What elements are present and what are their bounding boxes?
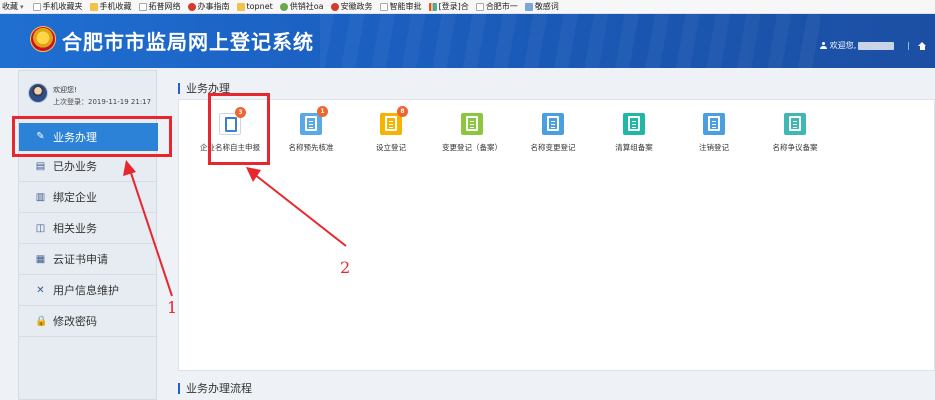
doc-clock-icon [703, 113, 725, 135]
doc-glyph [385, 116, 397, 131]
bookmark-11[interactable]: 敬感词 [524, 1, 559, 12]
avatar [28, 83, 48, 103]
doc-glyph [708, 116, 720, 131]
national-emblem-icon [30, 26, 56, 52]
page-icon [138, 2, 147, 11]
search-doc-icon: ◫ [35, 223, 46, 234]
bookmark-7[interactable]: 安徽政务 [330, 1, 373, 12]
refresh-doc-icon [461, 113, 483, 135]
lock-icon: 🔒 [35, 316, 48, 327]
edit-doc-icon: 1 [300, 106, 328, 135]
certificate-icon: ▦ [35, 254, 46, 265]
site-title: 合肥市市监局网上登记系统 [62, 30, 314, 54]
doc-disk-icon [784, 113, 806, 135]
bookmark-3[interactable]: 拓普网络 [138, 1, 181, 12]
tools-icon: ✕ [36, 285, 45, 296]
username-masked [858, 41, 895, 50]
sidebar-item-label: 云证书申请 [53, 253, 108, 266]
bookmark-2[interactable]: 手机收藏 [89, 1, 132, 12]
doc-glyph [305, 116, 317, 131]
sidebar-item-label: 相关业务 [53, 222, 97, 235]
user-area: 欢迎您, | [819, 40, 927, 51]
doc-glyph [789, 116, 801, 131]
sidebar-item-cloud-cert[interactable]: ▦ 云证书申请 [19, 244, 158, 275]
user-icon [819, 42, 827, 49]
bookmark-8[interactable]: 智能审批 [379, 1, 422, 12]
service-liquidation[interactable]: 清算组备案 [599, 113, 669, 153]
sidebar-item-label: 绑定企业 [53, 191, 97, 204]
bookmarks-bar: 收藏 ▾ 手机收藏夹 手机收藏 拓普网络 办事指南 topnet 供销社oa 安徽… [0, 0, 935, 14]
folder-icon [89, 2, 98, 11]
header-separator: | [907, 41, 910, 50]
page-icon [32, 2, 41, 11]
service-label: 名称预先核准 [288, 143, 334, 152]
section-title-process: 业务办理流程 [178, 383, 252, 394]
greeting-text: 欢迎您, [829, 41, 857, 50]
annotation-label-2: 2 [340, 258, 351, 277]
doc-glyph [547, 116, 559, 131]
grid-icon [428, 2, 437, 11]
bookmark-0[interactable]: 收藏 ▾ [2, 1, 26, 12]
service-label: 变更登记（备案） [442, 143, 502, 152]
service-change-registration[interactable]: 变更登记（备案） [437, 113, 507, 153]
last-login-text: 上次登录：2019-11-19 21:17 [53, 98, 152, 106]
bookmark-5[interactable]: topnet [236, 2, 273, 11]
service-name-pre-approval[interactable]: 1 名称预先核准 [276, 106, 346, 153]
doc-minus-icon [542, 113, 564, 135]
service-name-change[interactable]: 名称变更登记 [518, 113, 588, 153]
profile-card: 欢迎您! 上次登录：2019-11-19 21:17 [19, 71, 158, 117]
bookmark-6[interactable]: 供销社oa [279, 1, 324, 12]
service-label: 名称争议备案 [772, 143, 818, 152]
leaf-icon [279, 2, 288, 11]
home-icon[interactable] [918, 41, 927, 50]
sidebar-item-password[interactable]: 🔒 修改密码 [19, 306, 158, 337]
sidebar-item-label: 已办业务 [53, 160, 97, 173]
image-icon [524, 2, 533, 11]
service-label: 名称变更登记 [530, 143, 576, 152]
service-establish[interactable]: 8 设立登记 [356, 106, 426, 153]
sidebar-item-user-info[interactable]: ✕ 用户信息维护 [19, 275, 158, 306]
site-icon [187, 2, 196, 11]
service-deregistration[interactable]: 注销登记 [679, 113, 749, 153]
site-icon [330, 2, 339, 11]
document-icon: ▤ [35, 161, 46, 172]
folder-icon [236, 2, 245, 11]
chevron-down-icon: ▾ [20, 2, 24, 11]
bookmark-1[interactable]: 手机收藏夹 [32, 1, 83, 12]
sidebar-item-label: 修改密码 [53, 315, 97, 328]
bookmark-4[interactable]: 办事指南 [187, 1, 230, 12]
doc-glyph [466, 116, 478, 131]
page-icon [475, 2, 484, 11]
sidebar-item-label: 用户信息维护 [53, 284, 119, 297]
annotation-box-2 [208, 93, 270, 165]
sidebar-item-related[interactable]: ◫ 相关业务 [19, 213, 158, 244]
service-label: 注销登记 [699, 143, 729, 152]
service-label: 设立登记 [376, 143, 406, 152]
doc-list-icon [623, 113, 645, 135]
page-icon [379, 2, 388, 11]
badge-count: 8 [397, 106, 408, 117]
bookmark-9[interactable]: [登录]合 [428, 1, 469, 12]
service-name-dispute[interactable]: 名称争议备案 [760, 113, 830, 153]
building-icon: ▥ [35, 192, 46, 203]
annotation-label-1: 1 [167, 298, 178, 317]
welcome-text: 欢迎您! [53, 86, 77, 94]
annotation-box-1 [12, 116, 172, 157]
bookmark-10[interactable]: 合肥市一 [475, 1, 518, 12]
site-header: 合肥市市监局网上登记系统 欢迎您, | [0, 14, 935, 68]
badge-count: 1 [317, 106, 328, 117]
service-label: 清算组备案 [615, 143, 653, 152]
sidebar-item-bind-company[interactable]: ▥ 绑定企业 [19, 182, 158, 213]
clipboard-icon: 8 [380, 106, 408, 135]
doc-glyph [628, 116, 640, 131]
